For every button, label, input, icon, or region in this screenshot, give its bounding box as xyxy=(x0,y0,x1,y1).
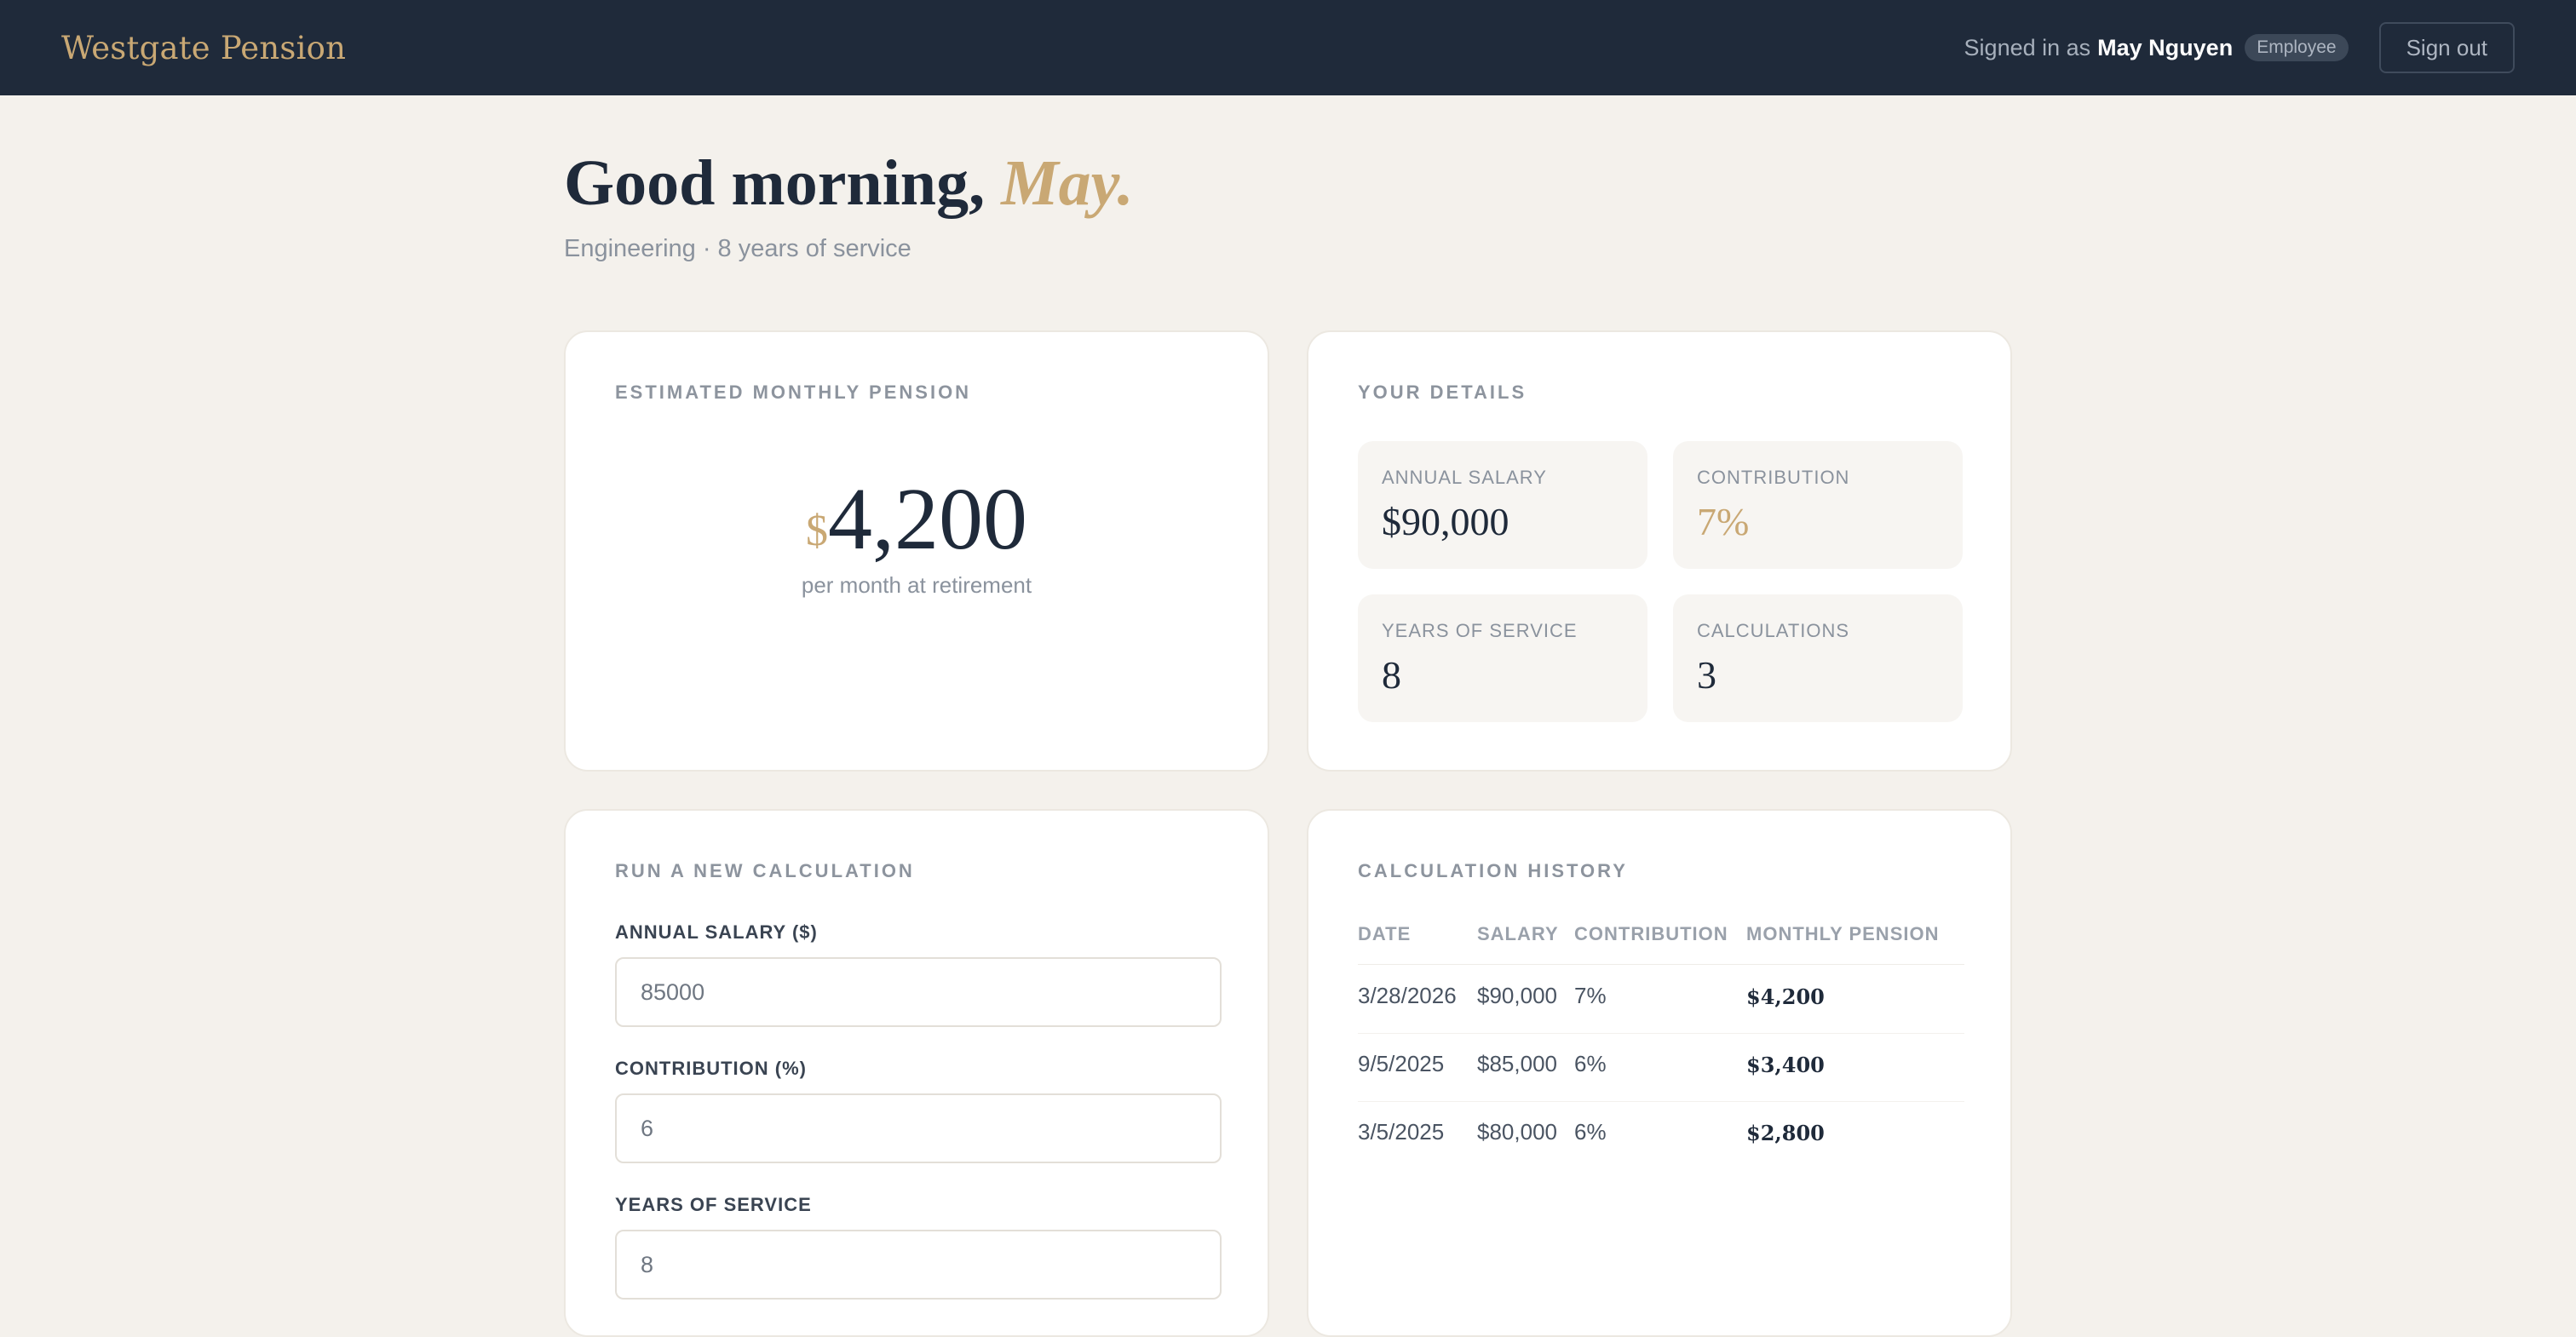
contribution-label: CONTRIBUTION (%) xyxy=(615,1058,807,1079)
signed-in-label: Signed in as xyxy=(1964,34,2091,60)
table-row: 9/5/2025 $85,000 6% $3,400 xyxy=(1308,1034,2010,1102)
stat-contribution: CONTRIBUTION 7% xyxy=(1673,441,1963,569)
pension-caption: per month at retirement xyxy=(801,572,1032,598)
greeting-prefix: Good morning, xyxy=(564,147,986,219)
card-title: RUN A NEW CALCULATION xyxy=(615,860,915,881)
stat-value: 8 xyxy=(1382,653,1401,697)
cell-salary: $90,000 xyxy=(1477,983,1557,1008)
cell-date: 3/28/2026 xyxy=(1358,983,1457,1008)
pension-amount: $4,200 xyxy=(566,468,1268,570)
new-calculation-card: RUN A NEW CALCULATION ANNUAL SALARY ($) … xyxy=(564,809,1269,1337)
cell-date: 3/5/2025 xyxy=(1358,1119,1445,1145)
cell-contribution: 7% xyxy=(1574,983,1607,1008)
column-header-date: DATE xyxy=(1358,923,1412,944)
role-badge: Employee xyxy=(2245,34,2349,61)
stat-calculations: CALCULATIONS 3 xyxy=(1673,594,1963,722)
stat-label: CALCULATIONS xyxy=(1697,620,1850,641)
cell-salary: $80,000 xyxy=(1477,1119,1557,1145)
greeting-subtitle: Engineering · 8 years of service xyxy=(564,235,911,262)
calculation-history-card: CALCULATION HISTORY DATE SALARY CONTRIBU… xyxy=(1307,809,2012,1337)
brand-logo[interactable]: Westgate Pension xyxy=(61,30,346,66)
estimated-pension-card: ESTIMATED MONTHLY PENSION $4,200 per mon… xyxy=(564,330,1269,772)
cell-contribution: 6% xyxy=(1574,1051,1607,1076)
annual-salary-label: ANNUAL SALARY ($) xyxy=(615,921,818,943)
top-nav-bar: Westgate Pension Signed in as May Nguyen… xyxy=(0,0,2576,95)
column-header-monthly-pension: MONTHLY PENSION xyxy=(1746,923,1940,944)
card-title: YOUR DETAILS xyxy=(1358,382,1527,403)
column-header-contribution: CONTRIBUTION xyxy=(1574,923,1728,944)
cell-monthly-pension: $3,400 xyxy=(1746,1053,1825,1077)
cell-contribution: 6% xyxy=(1574,1119,1607,1145)
user-area: Signed in as May Nguyen Employee Sign ou… xyxy=(1964,22,2515,73)
greeting-name: May. xyxy=(1001,147,1134,219)
column-header-salary: SALARY xyxy=(1477,923,1559,944)
cell-date: 9/5/2025 xyxy=(1358,1051,1445,1076)
sign-out-button[interactable]: Sign out xyxy=(2378,22,2515,73)
stat-years-of-service: YEARS OF SERVICE 8 xyxy=(1358,594,1647,722)
stat-value: 3 xyxy=(1697,653,1716,697)
table-row: 3/28/2026 $90,000 7% $4,200 xyxy=(1308,966,2010,1034)
stat-value: $90,000 xyxy=(1382,500,1509,543)
annual-salary-input[interactable] xyxy=(615,957,1222,1027)
years-of-service-input[interactable] xyxy=(615,1230,1222,1300)
card-title: ESTIMATED MONTHLY PENSION xyxy=(615,382,972,403)
page-title: Good morning, May. xyxy=(564,146,1134,221)
table-row: 3/5/2025 $80,000 6% $2,800 xyxy=(1308,1102,2010,1170)
card-title: CALCULATION HISTORY xyxy=(1358,860,1628,881)
stat-value: 7% xyxy=(1697,500,1750,543)
stat-label: ANNUAL SALARY xyxy=(1382,467,1547,488)
your-details-card: YOUR DETAILS ANNUAL SALARY $90,000 CONTR… xyxy=(1307,330,2012,772)
years-of-service-label: YEARS OF SERVICE xyxy=(615,1194,812,1215)
cell-monthly-pension: $2,800 xyxy=(1746,1121,1825,1145)
pension-value: 4,200 xyxy=(828,470,1027,568)
contribution-input[interactable] xyxy=(615,1093,1222,1163)
table-header-divider xyxy=(1358,964,1964,965)
cell-salary: $85,000 xyxy=(1477,1051,1557,1076)
currency-symbol: $ xyxy=(806,507,828,555)
stat-label: YEARS OF SERVICE xyxy=(1382,620,1578,641)
stat-annual-salary: ANNUAL SALARY $90,000 xyxy=(1358,441,1647,569)
cell-monthly-pension: $4,200 xyxy=(1746,984,1825,1009)
stat-label: CONTRIBUTION xyxy=(1697,467,1850,488)
user-name: May Nguyen xyxy=(2097,34,2234,60)
